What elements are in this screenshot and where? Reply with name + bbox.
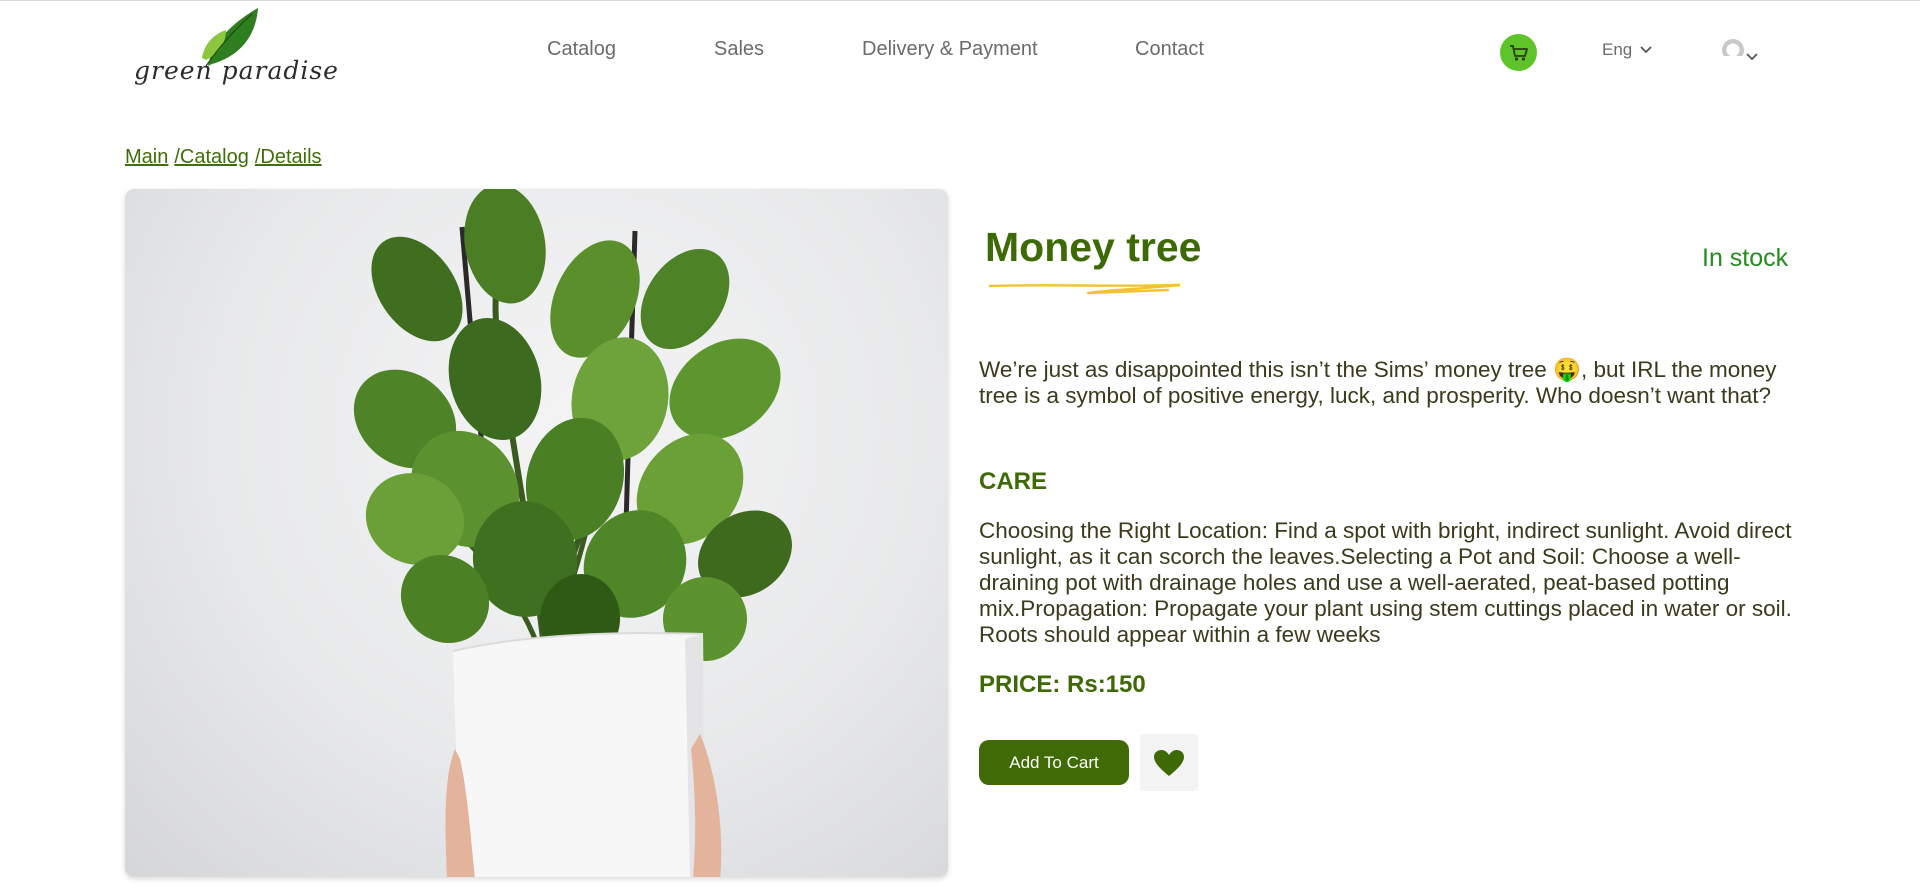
product-image: [125, 189, 948, 877]
favorite-button[interactable]: [1140, 734, 1198, 791]
title-underline: [988, 283, 1181, 295]
care-heading: CARE: [979, 468, 1048, 495]
top-border: [0, 0, 1920, 1]
stock-status: In stock: [1702, 244, 1789, 272]
product-price: PRICE: Rs:150: [979, 671, 1146, 698]
product-title: Money tree: [985, 224, 1202, 270]
chevron-down-icon: [1746, 53, 1758, 61]
language-label: Eng: [1602, 40, 1633, 59]
breadcrumb-main[interactable]: Main: [125, 146, 168, 168]
user-menu[interactable]: [1720, 38, 1758, 64]
logo-text: green paradise: [134, 56, 339, 85]
chevron-down-icon: [1640, 46, 1652, 54]
nav-contact[interactable]: Contact: [1135, 38, 1204, 61]
nav-catalog[interactable]: Catalog: [547, 38, 616, 61]
shopping-cart-icon: [1509, 44, 1528, 61]
product-description: We’re just as disappointed this isn’t th…: [979, 357, 1777, 408]
nav-sales[interactable]: Sales: [714, 38, 764, 61]
add-to-cart-button[interactable]: Add To Cart: [979, 740, 1129, 785]
breadcrumb-catalog[interactable]: /Catalog: [174, 146, 249, 168]
cart-button[interactable]: [1500, 34, 1537, 71]
care-text: Choosing the Right Location: Find a spot…: [979, 518, 1792, 647]
logo[interactable]: green paradise: [134, 6, 338, 90]
user-avatar-icon: [1722, 39, 1744, 64]
breadcrumb-details[interactable]: /Details: [255, 146, 322, 168]
language-selector[interactable]: Eng: [1602, 40, 1652, 60]
breadcrumb: Main/Catalog/Details: [125, 146, 328, 169]
plant-illustration: [353, 189, 792, 877]
heart-icon: [1154, 749, 1184, 776]
nav-delivery-payment[interactable]: Delivery & Payment: [862, 38, 1038, 61]
